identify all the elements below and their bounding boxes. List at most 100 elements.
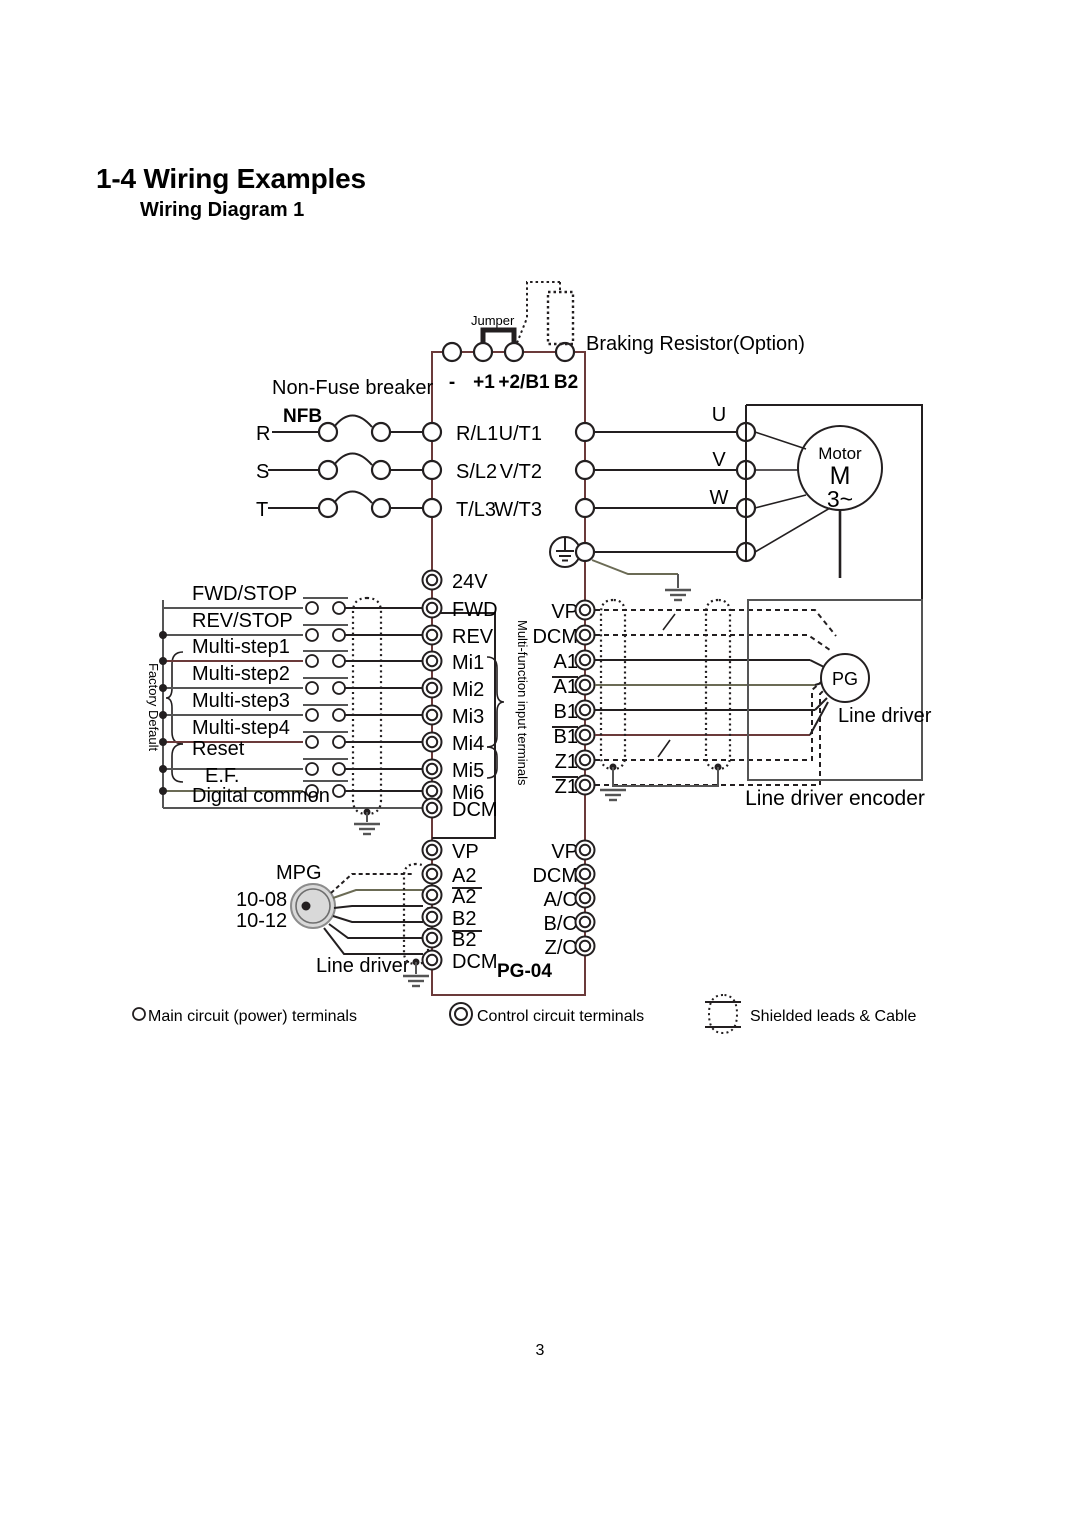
nfb-contact-s-right (370, 459, 392, 481)
pg-terminal-b1-not (574, 724, 596, 746)
terminal-label-rl1: R/L1 (456, 423, 498, 445)
nfb-arc-s (333, 452, 373, 466)
jumper-label: Jumper (471, 313, 515, 328)
encoder-box-caption: Line driver encoder (745, 787, 925, 810)
terminal-plus1 (472, 341, 494, 363)
terminal-label-mi1: Mi1 (452, 652, 484, 674)
braking-resistor-label: Braking Resistor(Option) (586, 333, 805, 355)
terminal-rev (421, 624, 443, 646)
switch-contact-mi3-b (332, 708, 346, 722)
supply-phase-s: S (256, 461, 269, 483)
breaker-label: Non-Fuse breaker (272, 377, 434, 399)
supply-phase-t: T (256, 499, 268, 521)
legend-icon-shielded-cable (705, 994, 741, 1035)
terminal-wt3 (574, 497, 596, 519)
legend-text-control-circuit: Control circuit terminals (477, 1008, 644, 1025)
switch-contact-rev-a (305, 628, 319, 642)
terminal-mi1 (421, 650, 443, 672)
input-power-section: Non-Fuse breaker NFB R R/L1 S S/L2 T T/L… (256, 377, 498, 521)
pg-input-terminal-section: VP DCM A1 A1 B1 B1 Z1 Z1 PG Line driver … (532, 598, 932, 810)
pg-terminal-a1-not (574, 674, 596, 696)
junction-dot-mi3 (159, 711, 167, 719)
switch-contact-rev-b (332, 628, 346, 642)
terminal-rl1 (421, 421, 443, 443)
function-label-rev-stop: REV/STOP (192, 610, 293, 632)
pg04-terminal-dcm (421, 949, 443, 971)
digital-input-section: Factory Default Multi-function input ter… (146, 569, 530, 839)
motor-terminal-label-v: V (712, 449, 726, 471)
terminal-label-dcm-input: DCM (452, 799, 498, 821)
pg-label: PG (832, 669, 858, 689)
jumper-bar (480, 327, 517, 343)
pg04-output-dcm (574, 863, 596, 885)
pg04-terminal-label-dcm: DCM (452, 951, 498, 973)
pg04-terminal-b2-not (421, 927, 443, 949)
terminal-mi5 (421, 758, 443, 780)
nfb-contact-t-right (370, 497, 392, 519)
function-label-multistep4: Multi-step4 (192, 717, 290, 739)
ground-symbol-pg-shield (598, 788, 628, 802)
pg04-terminal-vp (421, 839, 443, 861)
function-label-reset: Reset (192, 738, 245, 760)
pg04-output-zo (574, 935, 596, 957)
switch-contact-mi5-b (332, 762, 346, 776)
wiring-diagram: Jumper Braking Resistor(Option) - +1 +2/… (132, 281, 932, 1035)
function-label-multistep3: Multi-step3 (192, 690, 290, 712)
factory-default-brace (165, 651, 184, 745)
switch-contact-mi5-a (305, 762, 319, 776)
pg04-card-label: PG-04 (497, 961, 552, 982)
terminal-vt2 (574, 459, 596, 481)
legend-icon-control-circuit (449, 1002, 473, 1026)
motor-terminal-label-u: U (712, 404, 726, 426)
terminal-sl2 (421, 459, 443, 481)
legend-text-main-circuit: Main circuit (power) terminals (148, 1008, 357, 1025)
junction-dot-mi5 (159, 765, 167, 773)
switch-contact-fwd-a (305, 601, 319, 615)
terminal-label-mi2: Mi2 (452, 679, 484, 701)
pg-terminal-label-b1n: B1 (554, 726, 578, 748)
pg-terminal-dcm (574, 624, 596, 646)
motor-terminal-label-w: W (710, 487, 729, 509)
terminal-label-mi5: Mi5 (452, 760, 484, 782)
pg-terminal-label-dcm: DCM (532, 626, 578, 648)
ground-symbol-input-shield (352, 822, 382, 836)
legend-icon-main-circuit (132, 1007, 146, 1021)
pg04-terminal-label-a2: A2 (452, 865, 476, 887)
mpg-line-driver-label: Line driver (316, 955, 410, 977)
nfb-contact-r-right (370, 421, 392, 443)
terminal-label-plus1: +1 (473, 372, 495, 393)
junction-dot-mi1 (159, 657, 167, 665)
pg04-output-vp (574, 839, 596, 861)
pg04-output-label-vp: VP (551, 841, 578, 863)
pg04-terminal-label-b2: B2 (452, 908, 476, 930)
input-shield-capsule (351, 596, 383, 816)
legend-section: Main circuit (power) terminals Control c… (132, 994, 916, 1035)
terminal-label-wt3: W/T3 (494, 499, 542, 521)
pg04-output-label-bo: B/O (544, 913, 578, 935)
switch-contact-mi2-a (305, 681, 319, 695)
pg-terminal-label-b1: B1 (554, 701, 578, 723)
terminal-mi3 (421, 704, 443, 726)
pg-terminal-label-a1n: A1 (554, 676, 578, 698)
pg04-terminal-label-b2n: B2 (452, 929, 476, 951)
terminal-label-minus: - (449, 372, 455, 393)
function-label-digital-common: Digital common (192, 785, 330, 807)
function-label-ef: E.F. (205, 765, 239, 787)
function-label-fwd-stop: FWD/STOP (192, 583, 297, 605)
pg-terminal-label-a1: A1 (554, 651, 578, 673)
ground-symbol-output (663, 588, 693, 602)
pg-terminal-label-z1: Z1 (555, 751, 578, 773)
mpg-section: MPG 10-08 10-12 Line driver VP A2 A2 B2 … (236, 839, 596, 988)
switch-contact-mi4-b (332, 735, 346, 749)
terminal-fwd (421, 597, 443, 619)
terminal-plus2-b1 (503, 341, 525, 363)
terminal-drive-ground (574, 541, 596, 563)
pg04-output-bo (574, 911, 596, 933)
terminal-label-b2: B2 (554, 372, 578, 393)
pg-terminal-label-z1n: Z1 (555, 776, 578, 798)
switch-contact-mi4-a (305, 735, 319, 749)
terminal-mi2 (421, 677, 443, 699)
pg04-terminal-b2 (421, 906, 443, 928)
terminal-mi4 (421, 731, 443, 753)
top-dc-bus-section: Jumper Braking Resistor(Option) - +1 +2/… (441, 281, 805, 393)
